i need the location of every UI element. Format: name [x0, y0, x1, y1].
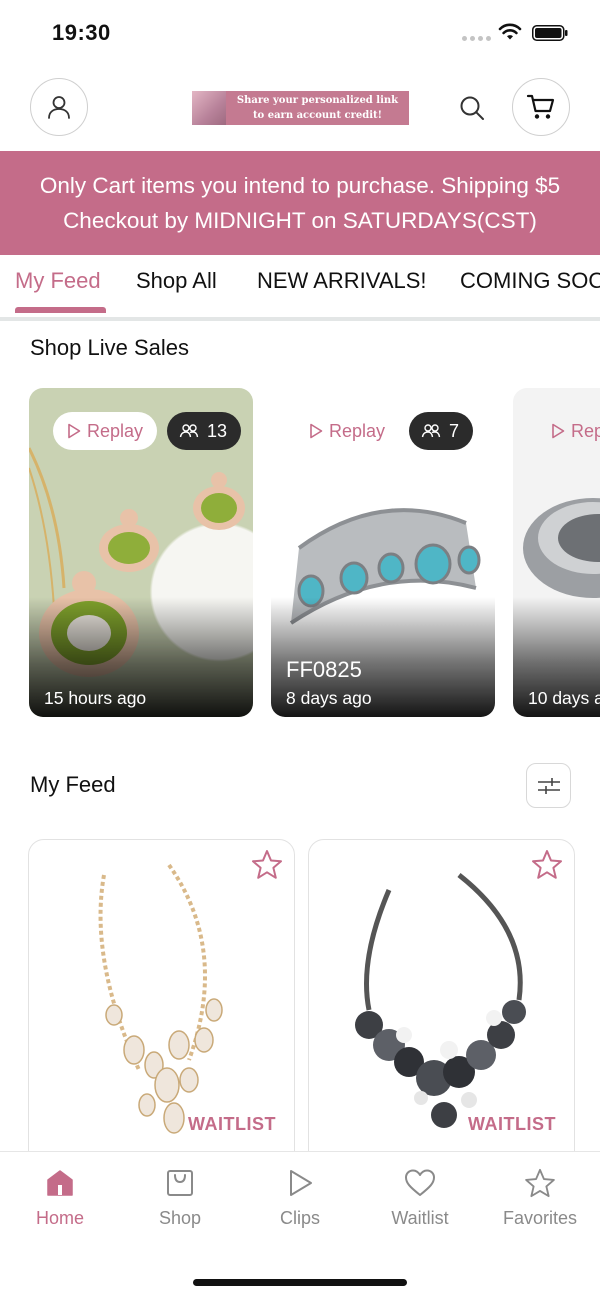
- nav-home[interactable]: Home: [0, 1168, 120, 1229]
- cellular-signal-icon: [462, 36, 491, 41]
- referral-banner[interactable]: Share your personalized link to earn acc…: [192, 91, 409, 125]
- viewer-count: 13: [207, 420, 228, 441]
- search-icon: [460, 96, 484, 120]
- tab-coming-soon[interactable]: COMING SOO: [460, 268, 600, 294]
- nav-favorites[interactable]: Favorites: [480, 1168, 600, 1229]
- nav-waitlist[interactable]: Waitlist: [360, 1168, 480, 1229]
- announcement-banner: Only Cart items you intend to purchase. …: [0, 151, 600, 255]
- nav-home-label: Home: [35, 1208, 84, 1228]
- viewers-icon: [421, 424, 441, 438]
- category-tabs: My Feed Shop All NEW ARRIVALS! COMING SO…: [0, 255, 600, 321]
- play-icon: [552, 423, 565, 439]
- replay-button[interactable]: Replay: [53, 412, 158, 450]
- heart-icon: [405, 1169, 435, 1196]
- profile-button[interactable]: [30, 78, 88, 136]
- card-title: FF0825: [286, 657, 362, 682]
- replay-button[interactable]: Rep: [537, 412, 600, 450]
- live-sales-title: Shop Live Sales: [30, 335, 189, 360]
- search-button[interactable]: [456, 92, 488, 124]
- live-sale-card[interactable]: Replay 13 15 hours ago: [29, 388, 253, 717]
- live-sale-card[interactable]: Rep 10 days a: [513, 388, 600, 717]
- play-icon: [290, 1170, 312, 1196]
- filter-button[interactable]: [526, 763, 571, 808]
- product-card[interactable]: WAITLIST: [308, 839, 575, 1169]
- nav-waitlist-label: Waitlist: [391, 1208, 449, 1228]
- home-indicator: [193, 1279, 407, 1286]
- play-icon: [310, 423, 323, 439]
- announcement-line-1: Only Cart items you intend to purchase. …: [39, 173, 561, 198]
- star-icon: [525, 1168, 555, 1198]
- replay-label: Replay: [329, 420, 386, 441]
- card-time: 15 hours ago: [44, 688, 147, 708]
- my-feed-title: My Feed: [30, 772, 116, 797]
- home-icon: [47, 1170, 73, 1196]
- cart-button[interactable]: [512, 78, 570, 136]
- nav-clips-label: Clips: [279, 1208, 320, 1228]
- cart-icon: [526, 94, 555, 119]
- tab-my-feed[interactable]: My Feed: [15, 268, 101, 294]
- favorite-star-icon[interactable]: [530, 848, 564, 882]
- wifi-icon: [498, 23, 522, 40]
- viewer-count-badge: 13: [167, 412, 242, 450]
- waitlist-status: WAITLIST: [186, 1114, 278, 1135]
- live-sale-card[interactable]: Replay 7 FF0825 8 days ago: [271, 388, 495, 717]
- nav-shop[interactable]: Shop: [120, 1168, 240, 1229]
- waitlist-status: WAITLIST: [466, 1114, 558, 1135]
- card-time: 8 days ago: [286, 688, 372, 708]
- tab-new-arrivals[interactable]: NEW ARRIVALS!: [257, 268, 427, 294]
- replay-label: Rep: [571, 420, 600, 441]
- viewer-count: 7: [449, 420, 460, 441]
- card-time: 10 days a: [528, 688, 600, 708]
- announcement-line-2: Checkout by MIDNIGHT on SATURDAYS(CST): [63, 208, 537, 233]
- active-tab-indicator: [15, 307, 106, 313]
- banner-image: [192, 91, 226, 125]
- banner-text: Share your personalized link to earn acc…: [236, 95, 399, 121]
- bottom-navigation: Home Shop Clips Waitlist Favorites: [0, 1151, 600, 1299]
- nav-favorites-label: Favorites: [502, 1208, 578, 1228]
- viewer-count-badge: 7: [409, 412, 474, 450]
- nav-clips[interactable]: Clips: [240, 1168, 360, 1229]
- battery-icon: [532, 25, 568, 41]
- sliders-icon: [537, 777, 560, 794]
- favorite-star-icon[interactable]: [250, 848, 284, 882]
- replay-button[interactable]: Replay: [295, 412, 399, 450]
- shopping-bag-icon: [167, 1170, 193, 1196]
- tab-shop-all[interactable]: Shop All: [136, 268, 217, 294]
- nav-shop-label: Shop: [158, 1208, 202, 1228]
- product-card[interactable]: WAITLIST: [28, 839, 295, 1169]
- status-time: 19:30: [52, 20, 111, 45]
- user-icon: [48, 96, 70, 119]
- replay-label: Replay: [87, 420, 144, 441]
- app-header: Share your personalized link to earn acc…: [0, 66, 600, 150]
- status-bar: 19:30: [0, 0, 600, 66]
- play-icon: [68, 423, 81, 439]
- viewers-icon: [179, 424, 199, 438]
